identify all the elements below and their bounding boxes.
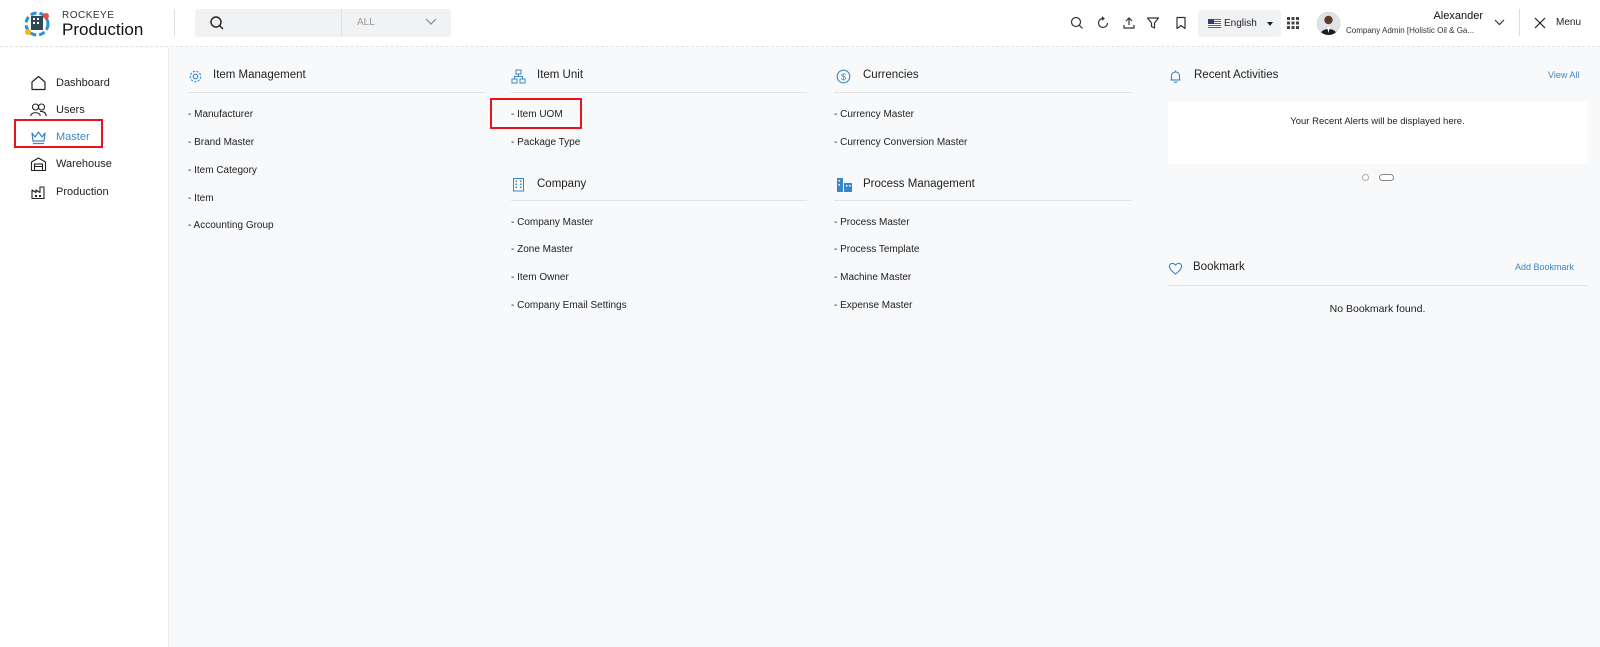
link-process-template[interactable]: - Process Template bbox=[834, 244, 919, 255]
brand-name: Production bbox=[62, 20, 144, 39]
heart-icon bbox=[1168, 262, 1183, 275]
language-selector[interactable]: English bbox=[1198, 10, 1281, 37]
sidebar-item-users[interactable]: Users bbox=[30, 100, 120, 120]
link-zone-master[interactable]: - Zone Master bbox=[511, 244, 573, 255]
home-icon bbox=[31, 75, 46, 91]
link-company-email-settings[interactable]: - Company Email Settings bbox=[511, 300, 627, 311]
section-title-currencies: Currencies bbox=[863, 69, 919, 81]
link-item[interactable]: - Item bbox=[188, 193, 214, 204]
dollar-coin-icon: $ bbox=[836, 69, 851, 84]
header-divider bbox=[1519, 9, 1520, 36]
section-title-item-unit: Item Unit bbox=[537, 69, 584, 81]
bookmark-icon[interactable] bbox=[1174, 16, 1188, 30]
link-currency-master[interactable]: - Currency Master bbox=[834, 109, 914, 120]
gear-icon bbox=[189, 70, 202, 83]
section-divider bbox=[1168, 285, 1587, 286]
user-role: Company Admin [Holistic Oil & Ga... bbox=[1346, 26, 1475, 35]
link-brand-master[interactable]: - Brand Master bbox=[188, 137, 254, 148]
section-divider bbox=[511, 92, 807, 93]
link-package-type[interactable]: - Package Type bbox=[511, 137, 580, 148]
link-accounting-group[interactable]: - Accounting Group bbox=[188, 220, 274, 231]
user-photo-icon bbox=[1317, 12, 1340, 35]
search-icon bbox=[210, 16, 224, 30]
recent-alerts-card: Your Recent Alerts will be displayed her… bbox=[1168, 102, 1587, 164]
us-flag-icon bbox=[1208, 19, 1221, 28]
highlight-master bbox=[14, 119, 103, 148]
avatar[interactable] bbox=[1317, 12, 1340, 35]
section-title-company: Company bbox=[537, 178, 587, 190]
link-manufacturer[interactable]: - Manufacturer bbox=[188, 109, 253, 120]
sidebar-item-label: Dashboard bbox=[56, 77, 110, 89]
sidebar-item-dashboard[interactable]: Dashboard bbox=[30, 73, 120, 93]
chevron-down-icon[interactable] bbox=[1494, 19, 1505, 26]
link-expense-master[interactable]: - Expense Master bbox=[834, 300, 912, 311]
app-logo[interactable] bbox=[22, 8, 52, 38]
link-item-owner[interactable]: - Item Owner bbox=[511, 272, 569, 283]
carousel-dot[interactable] bbox=[1362, 174, 1369, 181]
hierarchy-icon bbox=[511, 69, 526, 84]
sidebar-item-label: Users bbox=[56, 104, 85, 116]
factory-process-icon bbox=[837, 178, 852, 192]
svg-text:$: $ bbox=[841, 72, 846, 82]
recent-activities-title: Recent Activities bbox=[1194, 69, 1279, 81]
bookmark-title: Bookmark bbox=[1193, 261, 1245, 273]
chevron-down-icon bbox=[425, 18, 437, 25]
language-label: English bbox=[1224, 18, 1257, 29]
close-icon[interactable] bbox=[1534, 17, 1546, 29]
sidebar-item-production[interactable]: Production bbox=[30, 182, 130, 202]
filter-icon[interactable] bbox=[1146, 16, 1160, 30]
section-title-item-management: Item Management bbox=[213, 69, 306, 81]
warehouse-icon bbox=[30, 157, 47, 172]
search-scope-value: ALL bbox=[357, 17, 375, 28]
header-divider bbox=[174, 9, 175, 36]
carousel-dot-active[interactable] bbox=[1379, 174, 1394, 181]
search-icon[interactable] bbox=[1070, 16, 1084, 30]
sidebar-item-label: Warehouse bbox=[56, 158, 112, 170]
no-bookmark-message: No Bookmark found. bbox=[1329, 303, 1426, 315]
highlight-item-uom bbox=[490, 98, 582, 129]
search-scope-select[interactable]: ALL bbox=[341, 9, 451, 37]
factory-icon bbox=[31, 186, 45, 200]
add-bookmark-link[interactable]: Add Bookmark bbox=[1515, 262, 1574, 272]
link-machine-master[interactable]: - Machine Master bbox=[834, 272, 911, 283]
sidebar-item-warehouse[interactable]: Warehouse bbox=[30, 154, 130, 174]
link-company-master[interactable]: - Company Master bbox=[511, 217, 593, 228]
section-divider bbox=[834, 200, 1131, 201]
global-search-input[interactable] bbox=[195, 9, 341, 37]
caret-down-icon bbox=[1267, 22, 1273, 26]
bell-icon bbox=[1170, 70, 1181, 83]
view-all-link[interactable]: View All bbox=[1548, 70, 1579, 80]
section-title-process-management: Process Management bbox=[863, 178, 975, 190]
menu-toggle-label[interactable]: Menu bbox=[1556, 17, 1581, 28]
apps-grid-icon[interactable] bbox=[1287, 17, 1299, 29]
users-icon bbox=[30, 103, 47, 117]
section-divider bbox=[188, 92, 485, 93]
building-icon bbox=[513, 178, 524, 192]
section-divider bbox=[511, 200, 807, 201]
refresh-icon[interactable] bbox=[1096, 16, 1110, 30]
top-header: ROCKEYE Production ALL English Alexander… bbox=[0, 0, 1600, 47]
user-name[interactable]: Alexander bbox=[1433, 10, 1483, 22]
link-currency-conversion-master[interactable]: - Currency Conversion Master bbox=[834, 137, 967, 148]
link-item-category[interactable]: - Item Category bbox=[188, 165, 257, 176]
recent-alerts-message: Your Recent Alerts will be displayed her… bbox=[1290, 116, 1465, 127]
upload-icon[interactable] bbox=[1122, 16, 1136, 30]
link-process-master[interactable]: - Process Master bbox=[834, 217, 910, 228]
sidebar-item-label: Production bbox=[56, 186, 109, 198]
section-divider bbox=[834, 92, 1131, 93]
